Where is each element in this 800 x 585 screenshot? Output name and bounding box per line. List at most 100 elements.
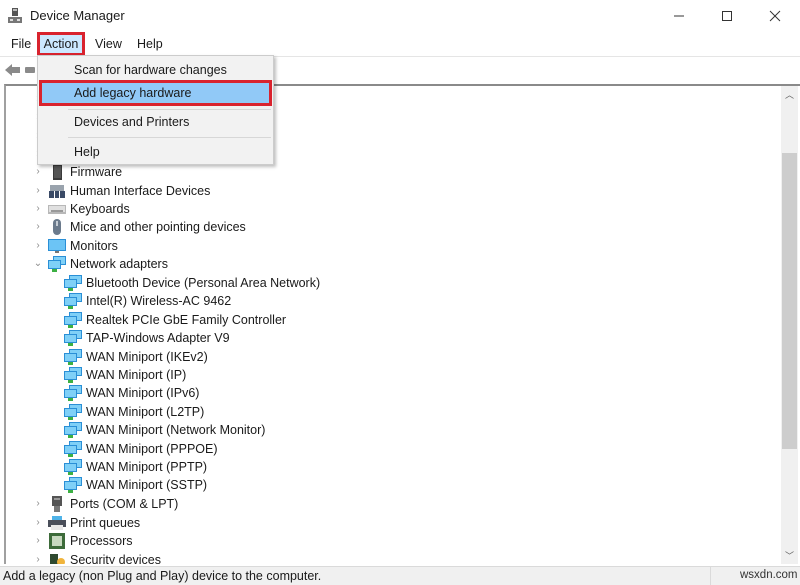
network-adapter-item[interactable]: WAN Miniport (PPPOE): [64, 440, 218, 458]
scroll-down-button[interactable]: ﹀: [781, 547, 798, 564]
network-adapter-icon: [64, 349, 82, 365]
title-bar: Device Manager: [0, 0, 800, 32]
network-adapter-item[interactable]: Bluetooth Device (Personal Area Network): [64, 274, 320, 292]
port-icon: [52, 496, 62, 512]
tree-category-firmware[interactable]: › Firmware: [32, 163, 122, 181]
chevron-right-icon[interactable]: ›: [32, 218, 44, 236]
network-adapter-item[interactable]: Intel(R) Wireless-AC 9462: [64, 292, 231, 310]
tree-category-monitors[interactable]: › Monitors: [32, 237, 118, 255]
chevron-down-icon[interactable]: ⌄: [32, 255, 44, 273]
menu-bar: File Action View Help: [0, 32, 800, 56]
tree-label: Human Interface Devices: [70, 184, 211, 198]
tree-label: WAN Miniport (PPPOE): [86, 442, 218, 456]
tree-label: WAN Miniport (L2TP): [86, 405, 205, 419]
chevron-right-icon[interactable]: ›: [32, 514, 44, 532]
chevron-right-icon[interactable]: ›: [32, 182, 44, 200]
tree-label: WAN Miniport (IP): [86, 368, 187, 382]
minimize-button[interactable]: [656, 0, 702, 32]
keyboard-icon: [48, 205, 66, 214]
tree-category-ports[interactable]: › Ports (COM & LPT): [32, 495, 178, 513]
network-adapter-icon: [64, 477, 82, 493]
network-adapter-icon: [64, 367, 82, 383]
tree-label: Ports (COM & LPT): [70, 497, 179, 511]
tree-label: Bluetooth Device (Personal Area Network): [86, 276, 321, 290]
network-adapter-icon: [64, 441, 82, 457]
tree-category-mice[interactable]: › Mice and other pointing devices: [32, 218, 246, 236]
menu-help[interactable]: Help: [131, 34, 169, 54]
action-menu-dropdown: Scan for hardware changes Add legacy har…: [37, 55, 274, 165]
menu-item-add-legacy-hardware[interactable]: Add legacy hardware: [39, 80, 272, 106]
tree-label: WAN Miniport (IPv6): [86, 386, 200, 400]
tree-label: Firmware: [70, 165, 123, 179]
security-icon: [50, 554, 65, 564]
tree-label: TAP-Windows Adapter V9: [86, 331, 230, 345]
network-adapter-item[interactable]: WAN Miniport (Network Monitor): [64, 421, 265, 439]
chevron-down-icon: ﹀: [784, 551, 794, 561]
network-adapter-item[interactable]: TAP-Windows Adapter V9: [64, 329, 230, 347]
network-adapter-item[interactable]: WAN Miniport (PPTP): [64, 458, 207, 476]
tree-category-network-adapters[interactable]: ⌄ Network adapters: [32, 255, 168, 273]
menu-separator: [68, 109, 271, 110]
tree-label: WAN Miniport (Network Monitor): [86, 423, 266, 437]
tree-label: Processors: [70, 534, 133, 548]
network-adapter-item[interactable]: WAN Miniport (IPv6): [64, 384, 199, 402]
vertical-scrollbar[interactable]: ︿ ﹀: [781, 86, 798, 564]
tree-category-print-queues[interactable]: › Print queues: [32, 514, 140, 532]
network-adapter-icon: [64, 385, 82, 401]
chevron-up-icon: ︿: [784, 90, 794, 100]
maximize-button[interactable]: [704, 0, 750, 32]
tree-category-hid[interactable]: › Human Interface Devices: [32, 182, 210, 200]
tree-category-keyboards[interactable]: › Keyboards: [32, 200, 129, 218]
network-adapter-item[interactable]: WAN Miniport (IKEv2): [64, 348, 208, 366]
menu-item-help[interactable]: Help: [40, 141, 271, 163]
tree-label: Print queues: [70, 516, 141, 530]
network-icon: [48, 256, 66, 272]
tree-label: WAN Miniport (SSTP): [86, 478, 208, 492]
mouse-icon: [53, 219, 61, 235]
network-adapter-icon: [64, 293, 82, 309]
forward-button[interactable]: [25, 67, 35, 73]
network-adapter-icon: [64, 330, 82, 346]
network-adapter-icon: [64, 312, 82, 328]
close-icon: [769, 10, 781, 22]
chevron-right-icon[interactable]: ›: [32, 532, 44, 550]
network-adapter-icon: [64, 422, 82, 438]
chevron-right-icon[interactable]: ›: [32, 551, 44, 564]
watermark: wsxdn.com: [740, 569, 798, 581]
network-adapter-item[interactable]: WAN Miniport (L2TP): [64, 403, 204, 421]
network-adapter-icon: [64, 404, 82, 420]
tree-label: Realtek PCIe GbE Family Controller: [86, 313, 287, 327]
network-adapter-item[interactable]: WAN Miniport (IP): [64, 366, 186, 384]
network-adapter-item[interactable]: Realtek PCIe GbE Family Controller: [64, 311, 286, 329]
chevron-right-icon[interactable]: ›: [32, 200, 44, 218]
tree-label: Security devices: [70, 553, 162, 564]
chevron-right-icon[interactable]: ›: [32, 495, 44, 513]
chevron-right-icon[interactable]: ›: [32, 163, 44, 181]
device-manager-icon: [8, 8, 22, 23]
maximize-icon: [722, 11, 732, 21]
tree-category-processors[interactable]: › Processors: [32, 532, 133, 550]
tree-category-security-devices[interactable]: › Security devices: [32, 551, 161, 564]
menu-action[interactable]: Action: [37, 32, 85, 56]
network-adapter-icon: [64, 275, 82, 291]
tree-label: Mice and other pointing devices: [70, 220, 246, 234]
tree-label: Monitors: [70, 239, 118, 253]
scrollbar-thumb[interactable]: [782, 153, 797, 449]
tree-label: WAN Miniport (IKEv2): [86, 350, 208, 364]
network-adapter-item[interactable]: WAN Miniport (SSTP): [64, 476, 207, 494]
network-adapter-icon: [64, 459, 82, 475]
tree-label: WAN Miniport (PPTP): [86, 460, 208, 474]
chevron-right-icon[interactable]: ›: [32, 237, 44, 255]
processor-icon: [49, 533, 65, 549]
monitor-icon: [48, 239, 66, 253]
menu-view[interactable]: View: [89, 34, 128, 54]
menu-item-devices-and-printers[interactable]: Devices and Printers: [40, 111, 271, 133]
menu-item-scan-hardware[interactable]: Scan for hardware changes: [40, 59, 271, 81]
tree-label: Network adapters: [70, 257, 168, 271]
menu-file[interactable]: File: [5, 34, 37, 54]
hid-icon: [49, 185, 65, 198]
scroll-up-button[interactable]: ︿: [781, 86, 798, 103]
back-arrow-icon[interactable]: [5, 63, 21, 77]
close-button[interactable]: [752, 0, 798, 32]
tree-label: Intel(R) Wireless-AC 9462: [86, 294, 232, 308]
